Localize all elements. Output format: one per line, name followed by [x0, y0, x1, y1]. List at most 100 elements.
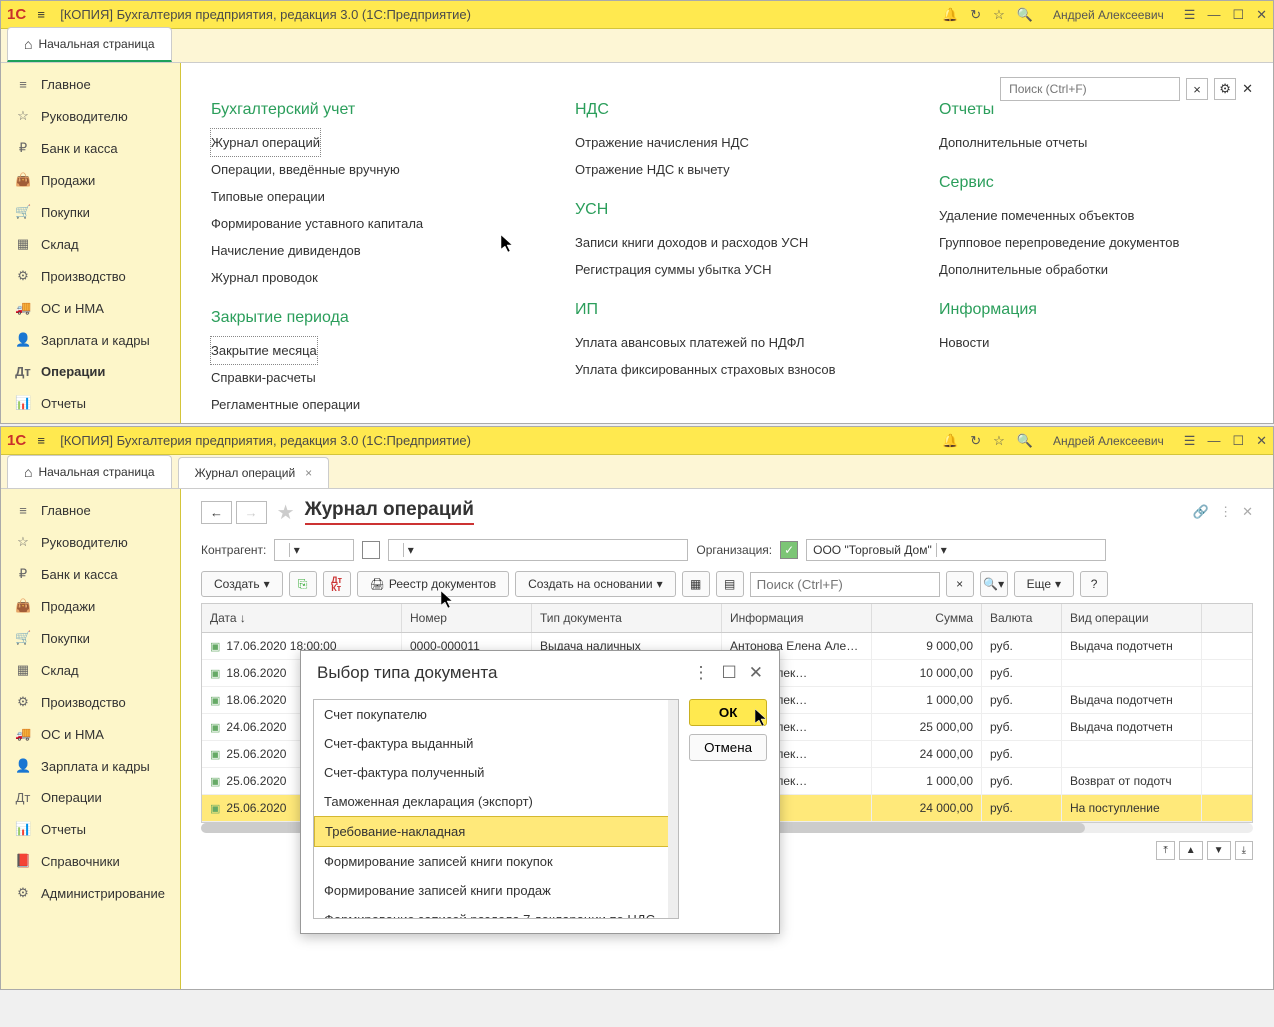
section-link[interactable]: Удаление помеченных объектов: [939, 202, 1243, 229]
column-header[interactable]: Сумма: [872, 604, 982, 632]
filter-combo[interactable]: ▾: [388, 539, 688, 561]
column-header[interactable]: Номер: [402, 604, 532, 632]
search-clear[interactable]: ×: [1186, 78, 1208, 100]
nav-first[interactable]: ⤒: [1156, 841, 1174, 860]
sidebar-item-3[interactable]: 👜Продажи: [1, 164, 180, 196]
sidebar-item-0[interactable]: ≡Главное: [1, 495, 180, 526]
sidebar-item-11[interactable]: 📕Справочники: [1, 845, 180, 877]
nav-last[interactable]: ⤓: [1235, 841, 1253, 860]
tab-home[interactable]: Начальная страница: [7, 27, 172, 62]
column-header[interactable]: Дата ↓: [202, 604, 402, 632]
star-icon[interactable]: ☆: [993, 7, 1005, 23]
list-item[interactable]: Формирование записей книги покупок: [314, 847, 678, 876]
user-name-2[interactable]: Андрей Алексеевич: [1053, 434, 1164, 448]
copy-button[interactable]: ⎘: [289, 571, 317, 597]
forward-button[interactable]: →: [236, 501, 267, 524]
section-link[interactable]: Формирование уставного капитала: [211, 210, 515, 237]
section-link[interactable]: Журнал проводок: [211, 264, 515, 291]
star-icon[interactable]: ☆: [993, 433, 1005, 449]
listbox-scrollbar[interactable]: [668, 700, 678, 918]
panel-close-icon[interactable]: ✕: [1242, 81, 1253, 97]
section-link[interactable]: Регламентные операции: [211, 391, 515, 418]
list-item[interactable]: Формирование записей раздела 7 деклараци…: [314, 905, 678, 919]
sidebar-item-2[interactable]: ₽Банк и касса: [1, 132, 180, 164]
settings-icon[interactable]: ⚙: [1214, 78, 1236, 100]
maximize-icon[interactable]: ☐: [1232, 7, 1244, 23]
section-link[interactable]: Уплата фиксированных страховых взносов: [575, 356, 879, 383]
section-link[interactable]: Регистрация суммы убытка УСН: [575, 256, 879, 283]
tab-journal[interactable]: Журнал операций ×: [178, 457, 330, 488]
table-search-go[interactable]: 🔍▾: [980, 571, 1008, 597]
ok-button[interactable]: ОК: [689, 699, 767, 726]
sidebar-item-5[interactable]: ▦Склад: [1, 654, 180, 686]
sidebar-item-8[interactable]: 👤Зарплата и кадры: [1, 324, 180, 356]
maximize-icon[interactable]: ☐: [1232, 433, 1244, 449]
more-button[interactable]: Еще ▾: [1014, 571, 1074, 597]
list-item[interactable]: Счет покупателю: [314, 700, 678, 729]
close-icon[interactable]: ✕: [1256, 433, 1267, 449]
minimize-icon[interactable]: —: [1207, 433, 1220, 448]
list-item[interactable]: Требование-накладная: [314, 816, 678, 847]
checkbox-org[interactable]: ✓: [780, 541, 798, 559]
history-icon[interactable]: ↻: [970, 433, 981, 449]
sidebar-item-1[interactable]: ☆Руководителю: [1, 526, 180, 558]
section-link[interactable]: Дополнительные обработки: [939, 256, 1243, 283]
menu-icon[interactable]: ≡: [30, 7, 52, 22]
create-based-on-button[interactable]: Создать на основании ▾: [515, 571, 676, 597]
section-link[interactable]: Типовые операции: [211, 183, 515, 210]
sidebar-item-12[interactable]: ⚙Администрирование: [1, 877, 180, 909]
sidebar-item-8[interactable]: 👤Зарплата и кадры: [1, 750, 180, 782]
search-icon[interactable]: 🔍: [1017, 433, 1033, 449]
sidebar-item-3[interactable]: 👜Продажи: [1, 590, 180, 622]
section-link[interactable]: Дополнительные отчеты: [939, 129, 1243, 156]
more-icon[interactable]: ⋮: [1219, 504, 1232, 520]
bell-icon[interactable]: 🔔: [942, 433, 958, 449]
history-icon[interactable]: ↻: [970, 7, 981, 23]
minimize-icon[interactable]: —: [1207, 7, 1220, 22]
help-button[interactable]: ?: [1080, 571, 1108, 597]
modal-close-icon[interactable]: ✕: [749, 663, 763, 683]
modal-more-icon[interactable]: ⋮: [693, 663, 710, 683]
nav-down[interactable]: ▼: [1207, 841, 1231, 860]
section-link[interactable]: Закрытие месяца: [211, 337, 317, 364]
search-icon[interactable]: 🔍: [1017, 7, 1033, 23]
panel-close-icon[interactable]: ✕: [1242, 504, 1253, 520]
section-link[interactable]: Операции, введённые вручную: [211, 156, 515, 183]
table-search-input[interactable]: [750, 572, 940, 597]
section-link[interactable]: Новости: [939, 329, 1243, 356]
list-item[interactable]: Формирование записей книги продаж: [314, 876, 678, 905]
section-link[interactable]: Справки-расчеты: [211, 364, 515, 391]
sidebar-item-4[interactable]: 🛒Покупки: [1, 622, 180, 654]
section-link[interactable]: Начисление дивидендов: [211, 237, 515, 264]
sidebar-item-10[interactable]: 📊Отчеты: [1, 387, 180, 419]
sidebar-item-1[interactable]: ☆Руководителю: [1, 100, 180, 132]
filter-icon[interactable]: ☰: [1184, 433, 1196, 449]
section-link[interactable]: Записи книги доходов и расходов УСН: [575, 229, 879, 256]
sidebar-item-7[interactable]: 🚚ОС и НМА: [1, 718, 180, 750]
sidebar-item-2[interactable]: ₽Банк и касса: [1, 558, 180, 590]
table-search-clear[interactable]: ×: [946, 571, 974, 597]
sidebar-item-6[interactable]: ⚙Производство: [1, 686, 180, 718]
organization-combo[interactable]: ООО "Торговый Дом"▾: [806, 539, 1106, 561]
column-header[interactable]: Вид операции: [1062, 604, 1202, 632]
sidebar-item-5[interactable]: ▦Склад: [1, 228, 180, 260]
column-header[interactable]: Информация: [722, 604, 872, 632]
column-header[interactable]: Тип документа: [532, 604, 722, 632]
list-item[interactable]: Счет-фактура полученный: [314, 758, 678, 787]
cancel-button[interactable]: Отмена: [689, 734, 767, 761]
menu-icon[interactable]: ≡: [30, 433, 52, 448]
doc-type-listbox[interactable]: Счет покупателюСчет-фактура выданныйСчет…: [313, 699, 679, 919]
sidebar-item-9[interactable]: ДтОперации: [1, 782, 180, 813]
section-link[interactable]: Отражение НДС к вычету: [575, 156, 879, 183]
sidebar-item-7[interactable]: 🚚ОС и НМА: [1, 292, 180, 324]
list-button[interactable]: ▤: [716, 571, 744, 597]
tab-home-2[interactable]: Начальная страница: [7, 455, 172, 488]
registry-button[interactable]: 🖨 Реестр документов: [357, 571, 509, 597]
user-name[interactable]: Андрей Алексеевич: [1053, 8, 1164, 22]
nav-up[interactable]: ▲: [1179, 841, 1203, 860]
column-header[interactable]: Валюта: [982, 604, 1062, 632]
filter-icon[interactable]: ☰: [1184, 7, 1196, 23]
grid-button[interactable]: ▦: [682, 571, 710, 597]
section-link[interactable]: Уплата авансовых платежей по НДФЛ: [575, 329, 879, 356]
create-button[interactable]: Создать ▾: [201, 571, 283, 597]
